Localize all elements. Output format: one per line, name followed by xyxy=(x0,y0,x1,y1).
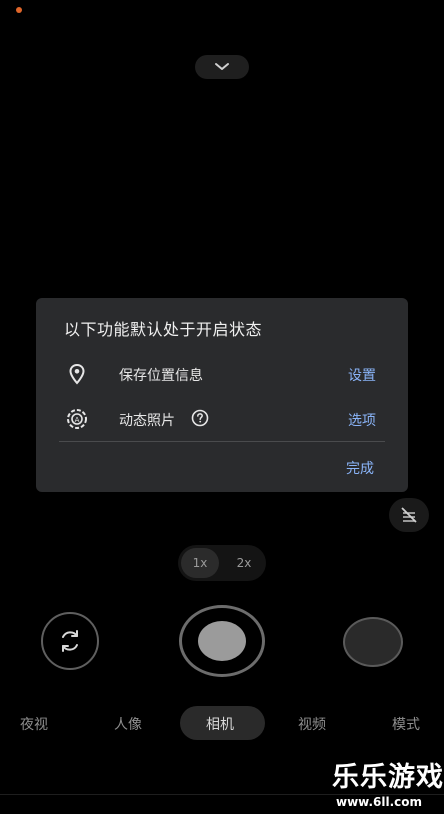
default-features-dialog: 以下功能默认处于开启状态 保存位置信息 设置 A 动态照片 选项 完成 xyxy=(36,298,408,492)
hdr-toggle-button[interactable] xyxy=(389,498,429,532)
svg-text:A: A xyxy=(75,416,80,424)
motion-photo-label: 动态照片 xyxy=(119,413,175,429)
done-button[interactable]: 完成 xyxy=(346,458,374,478)
mode-video[interactable]: 视频 xyxy=(298,714,326,734)
chevron-down-icon xyxy=(215,63,229,70)
mode-camera[interactable]: 相机 xyxy=(206,714,234,734)
location-pin-icon xyxy=(65,362,89,386)
motion-photo-icon: A xyxy=(65,407,89,431)
gallery-thumbnail[interactable] xyxy=(343,617,403,667)
location-settings-link[interactable]: 设置 xyxy=(348,365,376,385)
switch-camera-button[interactable] xyxy=(41,612,99,670)
expand-settings-button[interactable] xyxy=(195,55,249,79)
recording-indicator-dot xyxy=(16,7,22,13)
mode-more[interactable]: 模式 xyxy=(392,714,420,734)
mode-portrait[interactable]: 人像 xyxy=(114,714,142,734)
zoom-2x-button[interactable]: 2x xyxy=(225,548,263,578)
mode-night[interactable]: 夜视 xyxy=(20,714,48,734)
dialog-title: 以下功能默认处于开启状态 xyxy=(64,320,263,339)
watermark-title: 乐乐游戏 xyxy=(332,762,444,793)
save-location-label: 保存位置信息 xyxy=(119,368,203,384)
motion-photo-options-link[interactable]: 选项 xyxy=(348,410,376,430)
dialog-divider xyxy=(59,441,385,442)
help-icon[interactable] xyxy=(191,409,209,427)
shutter-button-core[interactable] xyxy=(198,621,246,661)
zoom-1x-button[interactable]: 1x xyxy=(181,548,219,578)
zoom-selector: 1x 2x xyxy=(178,545,266,581)
watermark-url: www.6ll.com xyxy=(336,795,423,809)
hdr-off-icon xyxy=(401,507,417,523)
switch-camera-icon xyxy=(62,630,78,652)
